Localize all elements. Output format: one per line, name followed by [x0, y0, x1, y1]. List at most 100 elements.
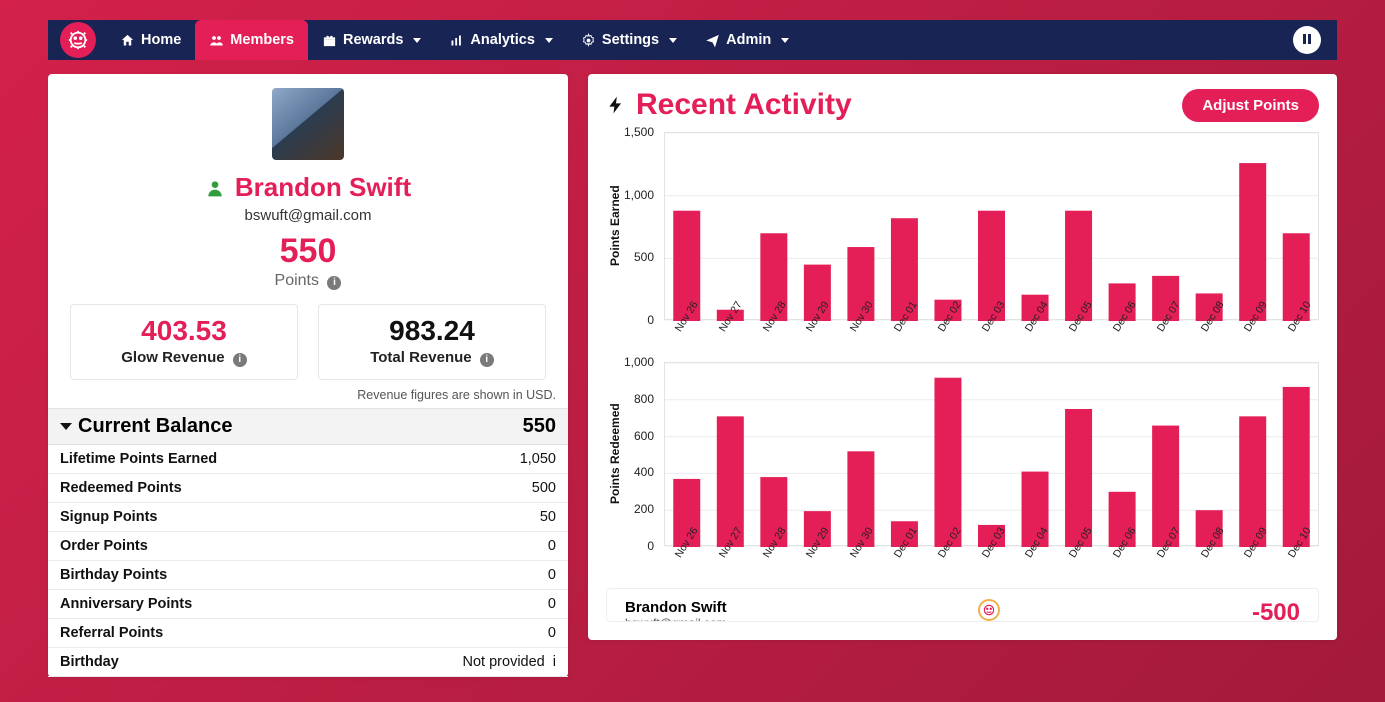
activity-title: Recent Activity — [636, 88, 852, 122]
balance-row-key: Lifetime Points Earned — [60, 451, 217, 467]
balance-row: Birthday Not provided i — [48, 648, 568, 677]
member-name: Brandon Swift — [48, 172, 568, 203]
main-nav: Home Members Rewards Analytics — [106, 20, 803, 60]
balance-row: Lifetime Points Earned 1,050 — [48, 445, 568, 474]
nav-admin[interactable]: Admin — [691, 20, 803, 60]
chart-ytick: 0 — [647, 313, 660, 327]
chevron-down-icon — [545, 38, 553, 43]
nav-members-label: Members — [230, 32, 294, 48]
balance-row-value: 0 — [548, 625, 556, 641]
activity-item[interactable]: Brandon Swift bswuft@gmail.com -500 — [606, 588, 1319, 622]
balance-row-key: Referral Points — [60, 625, 163, 641]
chart-yticks: 05001,0001,500 — [624, 132, 664, 320]
nav-analytics[interactable]: Analytics — [435, 20, 566, 60]
info-icon[interactable]: i — [327, 276, 341, 290]
chevron-down-icon — [669, 38, 677, 43]
member-name-text: Brandon Swift — [235, 172, 411, 203]
balance-row-key: Birthday — [60, 654, 119, 670]
balance-row-value: 0 — [548, 538, 556, 554]
chart-xlabels: Nov 26Nov 27Nov 28Nov 29Nov 30Dec 01Dec … — [662, 546, 1319, 558]
balance-row: Redeemed Points500 — [48, 474, 568, 503]
chart-canvas-earned — [664, 132, 1319, 320]
points-earned-chart: Points Earned 05001,0001,500 Nov 26Nov 2… — [606, 132, 1319, 332]
gear-icon — [581, 33, 596, 48]
pause-icon — [1302, 33, 1312, 48]
members-icon — [209, 33, 224, 48]
balance-row: Order Points 0 — [48, 532, 568, 561]
info-icon[interactable]: i — [553, 654, 556, 670]
balance-row-key: Anniversary Points — [60, 596, 192, 612]
chart-ytick: 600 — [634, 429, 660, 443]
chart-yticks: 02004006008001,000 — [624, 362, 664, 546]
balance-rows: Lifetime Points Earned 1,050 Redeemed Poin… — [48, 445, 568, 677]
chart-ytick: 200 — [634, 502, 660, 516]
revenue-note: Revenue figures are shown in USD. — [48, 386, 568, 408]
balance-row-value: 1,050 — [520, 451, 556, 467]
glow-revenue-label-text: Glow Revenue — [121, 349, 224, 366]
activity-item-email: bswuft@gmail.com — [625, 616, 727, 622]
points-value: 550 — [48, 234, 568, 268]
nav-members[interactable]: Members — [195, 20, 308, 60]
chart-ytick: 800 — [634, 392, 660, 406]
total-revenue-label-text: Total Revenue — [370, 349, 471, 366]
points-redeemed-chart: Points Redeemed 02004006008001,000 Nov 2… — [606, 362, 1319, 558]
nav-rewards[interactable]: Rewards — [308, 20, 435, 60]
chart-ylabel-redeemed: Points Redeemed — [606, 362, 624, 546]
balance-header-label: Current Balance — [78, 415, 233, 438]
balance-row-value: Not provided i — [463, 654, 556, 670]
chart-ytick: 1,000 — [624, 188, 660, 202]
nav-home[interactable]: Home — [106, 20, 195, 60]
home-icon — [120, 33, 135, 48]
chevron-down-icon — [781, 38, 789, 43]
chart-xlabels: Nov 26Nov 27Nov 28Nov 29Nov 30Dec 01Dec … — [662, 320, 1319, 332]
paper-plane-icon — [705, 33, 720, 48]
nav-analytics-label: Analytics — [470, 32, 534, 48]
balance-row-value: 0 — [548, 567, 556, 583]
nav-admin-label: Admin — [726, 32, 771, 48]
brand-logo[interactable] — [60, 22, 96, 58]
chart-icon — [449, 33, 464, 48]
member-card: Brandon Swift bswuft@gmail.com 550 Point… — [48, 74, 568, 677]
chart-ytick: 400 — [634, 465, 660, 479]
balance-header-value: 550 — [523, 415, 556, 438]
bolt-icon — [606, 91, 626, 119]
chart-ytick: 1,500 — [624, 125, 660, 139]
member-email: bswuft@gmail.com — [48, 207, 568, 224]
total-revenue-card: 983.24 Total Revenue i — [318, 304, 546, 380]
activity-header: Recent Activity Adjust Points — [606, 88, 1319, 122]
nav-settings[interactable]: Settings — [567, 20, 691, 60]
chart-ytick: 1,000 — [624, 355, 660, 369]
glow-revenue-card: 403.53 Glow Revenue i — [70, 304, 298, 380]
nav-rewards-label: Rewards — [343, 32, 403, 48]
balance-header[interactable]: Current Balance 550 — [48, 408, 568, 445]
balance-row-value: 0 — [548, 596, 556, 612]
balance-row-key: Redeemed Points — [60, 480, 182, 496]
pause-button[interactable] — [1293, 26, 1321, 54]
points-label: Points i — [48, 272, 568, 290]
activity-item-delta: -500 — [1252, 599, 1300, 622]
chart-ytick: 500 — [634, 250, 660, 264]
avatar — [272, 88, 344, 160]
chevron-down-icon — [413, 38, 421, 43]
points-label-text: Points — [275, 272, 319, 289]
balance-row: Referral Points 0 — [48, 619, 568, 648]
chart-canvas-redeemed — [664, 362, 1319, 546]
activity-card: Recent Activity Adjust Points Points Ear… — [588, 74, 1337, 640]
user-icon — [205, 177, 225, 199]
balance-row: Birthday Points0 — [48, 561, 568, 590]
glow-revenue-label: Glow Revenue i — [79, 349, 289, 367]
info-icon[interactable]: i — [233, 353, 247, 367]
logo-icon — [67, 29, 89, 51]
revenue-row: 403.53 Glow Revenue i 983.24 Total Reven… — [48, 290, 568, 386]
balance-row: Anniversary Points 0 — [48, 590, 568, 619]
balance-row: Signup Points50 — [48, 503, 568, 532]
gift-icon — [322, 33, 337, 48]
balance-row-key: Signup Points — [60, 509, 157, 525]
info-icon[interactable]: i — [480, 353, 494, 367]
adjust-points-button[interactable]: Adjust Points — [1182, 89, 1319, 122]
glow-revenue-value: 403.53 — [79, 315, 289, 347]
total-revenue-label: Total Revenue i — [327, 349, 537, 367]
balance-row-key: Order Points — [60, 538, 148, 554]
top-navbar: Home Members Rewards Analytics — [48, 20, 1337, 60]
total-revenue-value: 983.24 — [327, 315, 537, 347]
